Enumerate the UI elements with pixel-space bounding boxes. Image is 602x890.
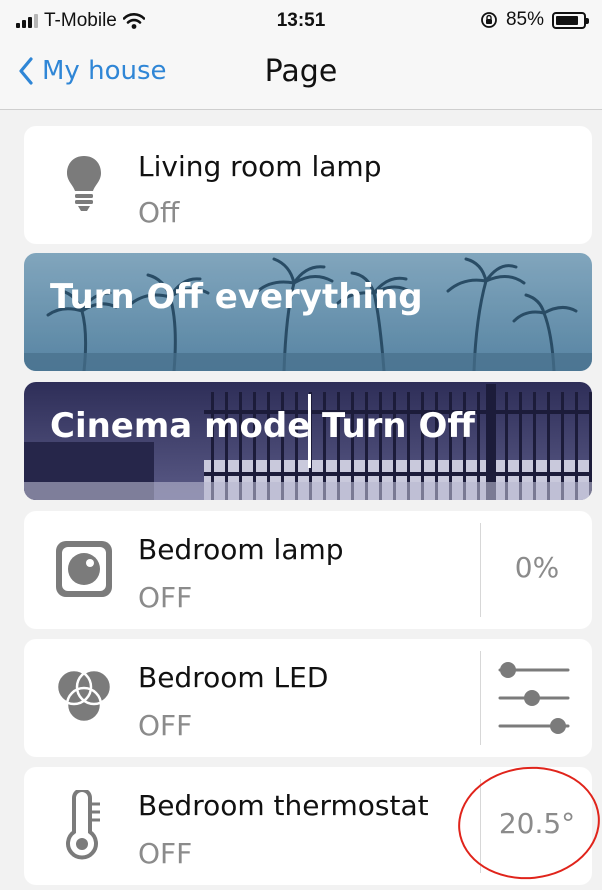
device-status: OFF (138, 709, 193, 742)
rgb-icon (48, 661, 120, 733)
device-status: OFF (138, 581, 193, 614)
scene-turn-off-everything[interactable]: Turn Off everything (24, 253, 592, 371)
device-status: Off (138, 196, 180, 229)
device-card-bedroom-lamp[interactable]: Bedroom lamp OFF 0% (24, 511, 592, 629)
scene-label: Turn Off everything (50, 277, 423, 317)
status-right: 85% (480, 9, 589, 31)
divider (480, 651, 481, 745)
navigation-bar: My house Page (0, 44, 602, 110)
turn-off-button[interactable]: Turn Off (322, 406, 475, 446)
device-name: Living room lamp (138, 150, 382, 183)
lightbulb-icon (48, 148, 120, 220)
dimmer-level[interactable]: 0% (482, 551, 592, 584)
page-title: Page (264, 54, 338, 89)
thermometer-icon (48, 789, 120, 861)
cinema-mode-button[interactable]: Cinema mode (50, 406, 310, 446)
device-name: Bedroom LED (138, 661, 329, 694)
scene-separator (308, 394, 311, 468)
divider (480, 523, 481, 617)
battery-icon (552, 11, 589, 29)
battery-percent: 85% (505, 9, 544, 30)
orientation-lock-icon (481, 12, 497, 28)
device-card-living-room-lamp[interactable]: Living room lamp Off (24, 126, 592, 244)
scene-cinema-mode: Cinema mode Turn Off (24, 382, 592, 500)
device-name: Bedroom thermostat (138, 789, 429, 822)
device-card-bedroom-led[interactable]: Bedroom LED OFF (24, 639, 592, 757)
status-bar: T-Mobile 13:51 85% (0, 0, 602, 44)
dimmer-icon (48, 533, 120, 605)
device-status: OFF (138, 837, 193, 870)
sliders-icon[interactable] (494, 657, 574, 739)
device-name: Bedroom lamp (138, 533, 344, 566)
